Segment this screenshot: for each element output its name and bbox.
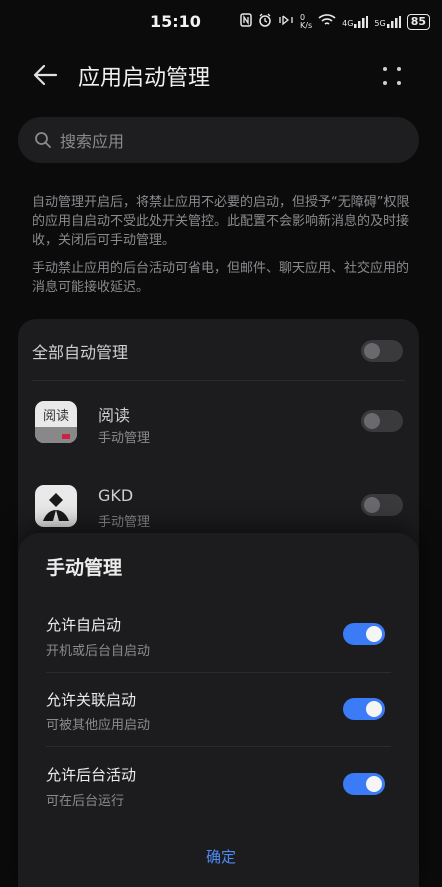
yuedu-toggle[interactable] bbox=[361, 410, 403, 432]
divider bbox=[46, 672, 391, 673]
divider bbox=[32, 380, 405, 381]
description-text-1: 自动管理开启后，将禁止应用不必要的启动，但授予“无障碍”权限的应用自启动不受此处… bbox=[32, 195, 410, 248]
auto-start-toggle[interactable] bbox=[343, 623, 385, 645]
net-speed: 0 K/s bbox=[300, 12, 313, 30]
status-icons: 0 K/s 4G 5G 85 bbox=[240, 12, 431, 30]
all-auto-manage-toggle[interactable] bbox=[361, 340, 403, 362]
linked-start-toggle[interactable] bbox=[343, 698, 385, 720]
background-activity-toggle[interactable] bbox=[343, 773, 385, 795]
search-input[interactable]: 搜索应用 bbox=[18, 117, 419, 163]
status-time: 15:10 bbox=[150, 12, 201, 31]
divider bbox=[46, 746, 391, 747]
app-name: GKD bbox=[98, 486, 134, 505]
search-icon bbox=[35, 132, 51, 148]
list-item-app-yuedu[interactable] bbox=[18, 397, 419, 457]
list-item-app-gkd[interactable] bbox=[18, 481, 419, 531]
option-sub-auto-start: 开机或后台自启动 bbox=[46, 644, 151, 659]
signal-4g-icon: 4G bbox=[342, 15, 369, 28]
description-text-2: 手动禁止应用的后台活动可省电，但邮件、聊天应用、社交应用的消息可能接收延迟。 bbox=[32, 261, 410, 295]
more-options-icon[interactable] bbox=[380, 64, 404, 88]
sheet-title: 手动管理 bbox=[46, 557, 123, 579]
app-status: 手动管理 bbox=[98, 431, 151, 446]
bluetooth-vibrate-icon bbox=[278, 13, 294, 30]
app-status: 手动管理 bbox=[98, 515, 151, 530]
status-bar: 15:10 0 K/s 4G 5G 85 bbox=[0, 0, 442, 44]
yuedu-app-icon: 阅读 bbox=[35, 401, 77, 443]
app-name: 阅读 bbox=[98, 406, 131, 425]
nfc-icon bbox=[240, 13, 252, 30]
all-auto-manage-label: 全部自动管理 bbox=[32, 343, 129, 362]
option-label-linked-start: 允许关联启动 bbox=[46, 691, 137, 709]
wifi-icon bbox=[318, 13, 336, 30]
gkd-app-icon bbox=[35, 485, 77, 527]
option-sub-background: 可在后台运行 bbox=[46, 794, 125, 809]
battery-icon: 85 bbox=[406, 13, 431, 30]
alarm-icon bbox=[258, 13, 272, 30]
search-placeholder: 搜索应用 bbox=[60, 132, 125, 151]
option-label-background: 允许后台活动 bbox=[46, 766, 137, 784]
signal-5g-icon: 5G bbox=[374, 15, 401, 28]
gkd-toggle[interactable] bbox=[361, 494, 403, 516]
option-label-auto-start: 允许自启动 bbox=[46, 616, 122, 634]
confirm-button[interactable]: 确定 bbox=[0, 846, 442, 867]
page-title: 应用启动管理 bbox=[78, 66, 211, 91]
option-sub-linked-start: 可被其他应用启动 bbox=[46, 718, 151, 733]
back-arrow-icon[interactable] bbox=[30, 60, 60, 90]
